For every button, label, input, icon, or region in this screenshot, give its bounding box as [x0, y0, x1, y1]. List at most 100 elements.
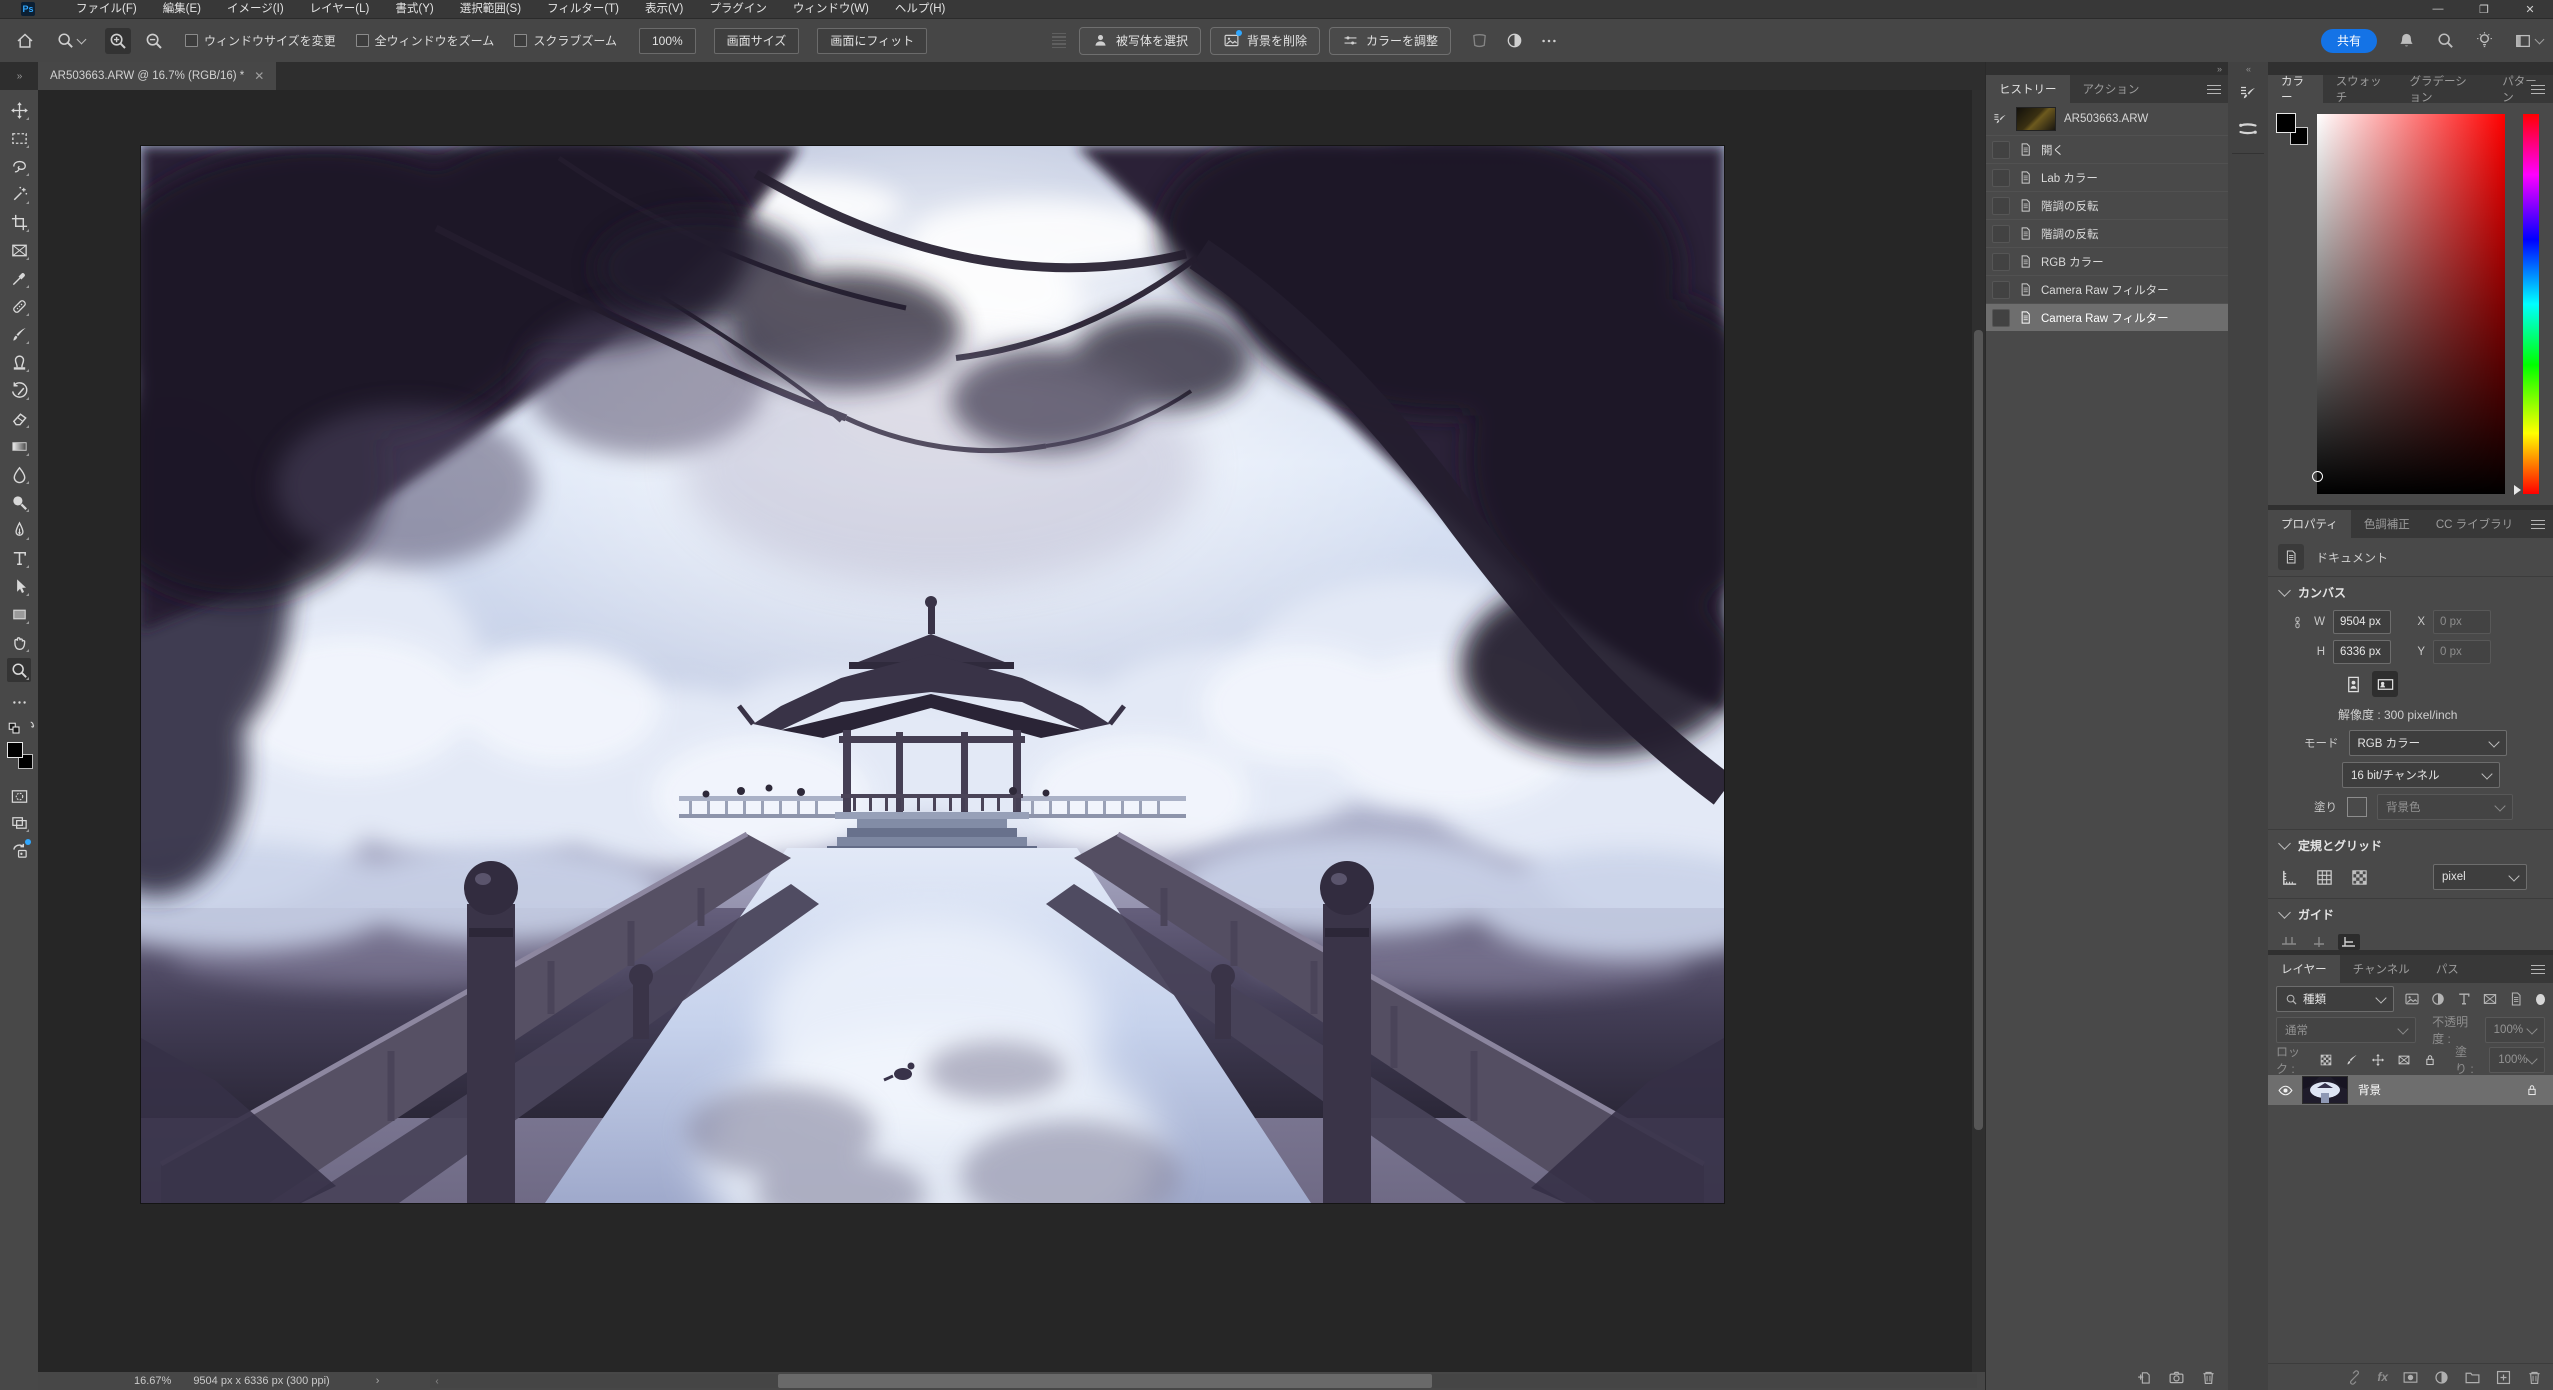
history-source-well[interactable] — [1992, 225, 2010, 243]
canvas-fill-select[interactable]: 背景色 — [2377, 794, 2513, 820]
rectangle-tool[interactable] — [7, 602, 31, 626]
fit-screen-size-button[interactable]: 画面サイズ — [714, 28, 800, 54]
link-dimensions-icon[interactable] — [2290, 615, 2305, 630]
tab-properties[interactable]: プロパティ — [2268, 510, 2351, 538]
expand-dock-icon[interactable]: « — [2228, 62, 2268, 75]
delete-state-trash-icon[interactable] — [2200, 1369, 2217, 1386]
foreground-color-swatch[interactable] — [7, 742, 23, 758]
clone-stamp-tool[interactable] — [7, 350, 31, 374]
scroll-left-icon[interactable]: ‹ — [430, 1374, 444, 1388]
move-tool[interactable] — [7, 98, 31, 122]
history-source-well[interactable] — [1992, 309, 2010, 327]
brush-tool[interactable] — [7, 322, 31, 346]
new-group-folder-icon[interactable] — [2464, 1369, 2481, 1386]
brushes-panel-icon[interactable] — [2228, 111, 2268, 147]
orientation-landscape-button[interactable] — [2372, 671, 2398, 697]
layer-fill-value-select[interactable]: 100% — [2489, 1047, 2545, 1073]
select-subject-button[interactable]: 被写体を選択 — [1079, 27, 1201, 55]
history-brush-tool[interactable] — [7, 378, 31, 402]
filter-adjustment-layers-icon[interactable] — [2430, 991, 2446, 1007]
history-state-row-selected[interactable]: Camera Raw フィルター — [1986, 303, 2229, 331]
vertical-scrollbar-thumb[interactable] — [1974, 330, 1983, 1130]
lock-move-icon[interactable] — [2371, 1053, 2385, 1067]
lock-paint-icon[interactable] — [2345, 1053, 2359, 1067]
rulers-icon[interactable] — [2280, 868, 2299, 887]
discover-lightbulb-icon[interactable] — [2475, 31, 2494, 50]
guide-layout-icon-active[interactable] — [2338, 934, 2360, 950]
swap-colors-icon[interactable] — [16, 714, 40, 738]
tab-swatches[interactable]: スウォッチ — [2323, 75, 2397, 103]
history-source-well[interactable] — [1992, 141, 2010, 159]
layer-thumbnail[interactable] — [2302, 1076, 2348, 1104]
add-layer-mask-icon[interactable] — [2402, 1369, 2419, 1386]
search-icon[interactable] — [2436, 31, 2455, 50]
canvas-area[interactable] — [38, 90, 1972, 1372]
foreground-color-swatch[interactable] — [2276, 113, 2296, 133]
history-source-well[interactable] — [1992, 281, 2010, 299]
history-state-row[interactable]: 階調の反転 — [1986, 219, 2229, 247]
restore-button[interactable]: ❐ — [2461, 0, 2507, 18]
horizontal-scrollbar-thumb[interactable] — [778, 1374, 1432, 1388]
link-layers-icon[interactable] — [2346, 1369, 2363, 1386]
layer-filter-type-select[interactable]: 種類 — [2276, 986, 2394, 1012]
hue-slider[interactable] — [2523, 114, 2539, 494]
filter-pixel-layers-icon[interactable] — [2404, 991, 2420, 1007]
history-brush-source-icon[interactable] — [1992, 111, 2008, 127]
layer-name[interactable]: 背景 — [2358, 1082, 2381, 1098]
document-canvas-image[interactable] — [141, 146, 1724, 1203]
canvas-y-field[interactable] — [2433, 640, 2491, 664]
new-layer-icon[interactable] — [2495, 1369, 2512, 1386]
zoom-all-windows-checkbox[interactable]: 全ウィンドウをズーム — [356, 32, 495, 49]
color-selection-ring[interactable] — [2312, 471, 2323, 482]
frame-tool[interactable] — [7, 238, 31, 262]
panel-menu-icon[interactable] — [2531, 517, 2545, 532]
new-snapshot-camera-icon[interactable] — [2168, 1369, 2185, 1386]
adjustment-contrast-icon[interactable] — [1501, 28, 1527, 54]
tab-paths[interactable]: パス — [2423, 955, 2472, 983]
history-state-row[interactable]: Camera Raw フィルター — [1986, 275, 2229, 303]
menu-select[interactable]: 選択範囲(S) — [447, 0, 534, 18]
color-mode-select[interactable]: RGB カラー — [2349, 730, 2507, 756]
collapse-dock-icon[interactable]: » — [1986, 62, 2229, 75]
close-tab-icon[interactable]: ✕ — [254, 69, 264, 83]
filter-toggle-icon[interactable] — [2536, 994, 2545, 1005]
brush-settings-panel-icon[interactable] — [2228, 75, 2268, 111]
screen-mode-icon[interactable] — [7, 810, 31, 834]
vertical-scrollbar[interactable] — [1972, 90, 1985, 1372]
menu-window[interactable]: ウィンドウ(W) — [780, 0, 882, 18]
eraser-tool[interactable] — [7, 406, 31, 430]
pen-tool[interactable] — [7, 518, 31, 542]
tab-layers[interactable]: レイヤー — [2268, 955, 2340, 983]
share-button[interactable]: 共有 — [2321, 29, 2377, 53]
blur-tool[interactable] — [7, 462, 31, 486]
tab-history[interactable]: ヒストリー — [1986, 75, 2070, 103]
opacity-value-select[interactable]: 100% — [2485, 1017, 2545, 1043]
menu-image[interactable]: イメージ(I) — [214, 0, 297, 18]
bit-depth-select[interactable]: 16 bit/チャンネル — [2342, 762, 2500, 788]
canvas-x-field[interactable] — [2433, 610, 2491, 634]
dodge-tool[interactable] — [7, 490, 31, 514]
canvas-fill-swatch[interactable] — [2347, 797, 2367, 817]
layer-row-background[interactable]: 背景 — [2268, 1075, 2553, 1105]
menu-filter[interactable]: フィルター(T) — [534, 0, 632, 18]
spot-healing-brush-tool[interactable] — [7, 294, 31, 318]
history-state-row[interactable]: 階調の反転 — [1986, 191, 2229, 219]
photoshop-logo[interactable]: Ps — [21, 2, 35, 16]
tab-color[interactable]: カラー — [2268, 75, 2323, 103]
grid-icon[interactable] — [2315, 868, 2334, 887]
notifications-bell-icon[interactable] — [2397, 31, 2416, 50]
zoom-level-field[interactable]: 16.67% — [134, 1375, 171, 1387]
unit-select[interactable]: pixel — [2433, 864, 2527, 890]
quick-mask-icon[interactable] — [7, 784, 31, 808]
canvas-width-field[interactable] — [2333, 610, 2391, 634]
edit-toolbar-icon[interactable] — [7, 690, 31, 714]
adjust-colors-button[interactable]: カラーを調整 — [1329, 27, 1451, 55]
menu-view[interactable]: 表示(V) — [632, 0, 696, 18]
sync-settings-icon[interactable] — [7, 838, 31, 862]
new-adjustment-layer-icon[interactable] — [2433, 1369, 2450, 1386]
history-state-row[interactable]: RGB カラー — [1986, 247, 2229, 275]
tab-cc-libraries[interactable]: CC ライブラリ — [2423, 510, 2526, 538]
rectangular-marquee-tool[interactable] — [7, 126, 31, 150]
object-selection-tool[interactable] — [7, 182, 31, 206]
new-document-from-state-icon[interactable] — [2136, 1369, 2153, 1386]
